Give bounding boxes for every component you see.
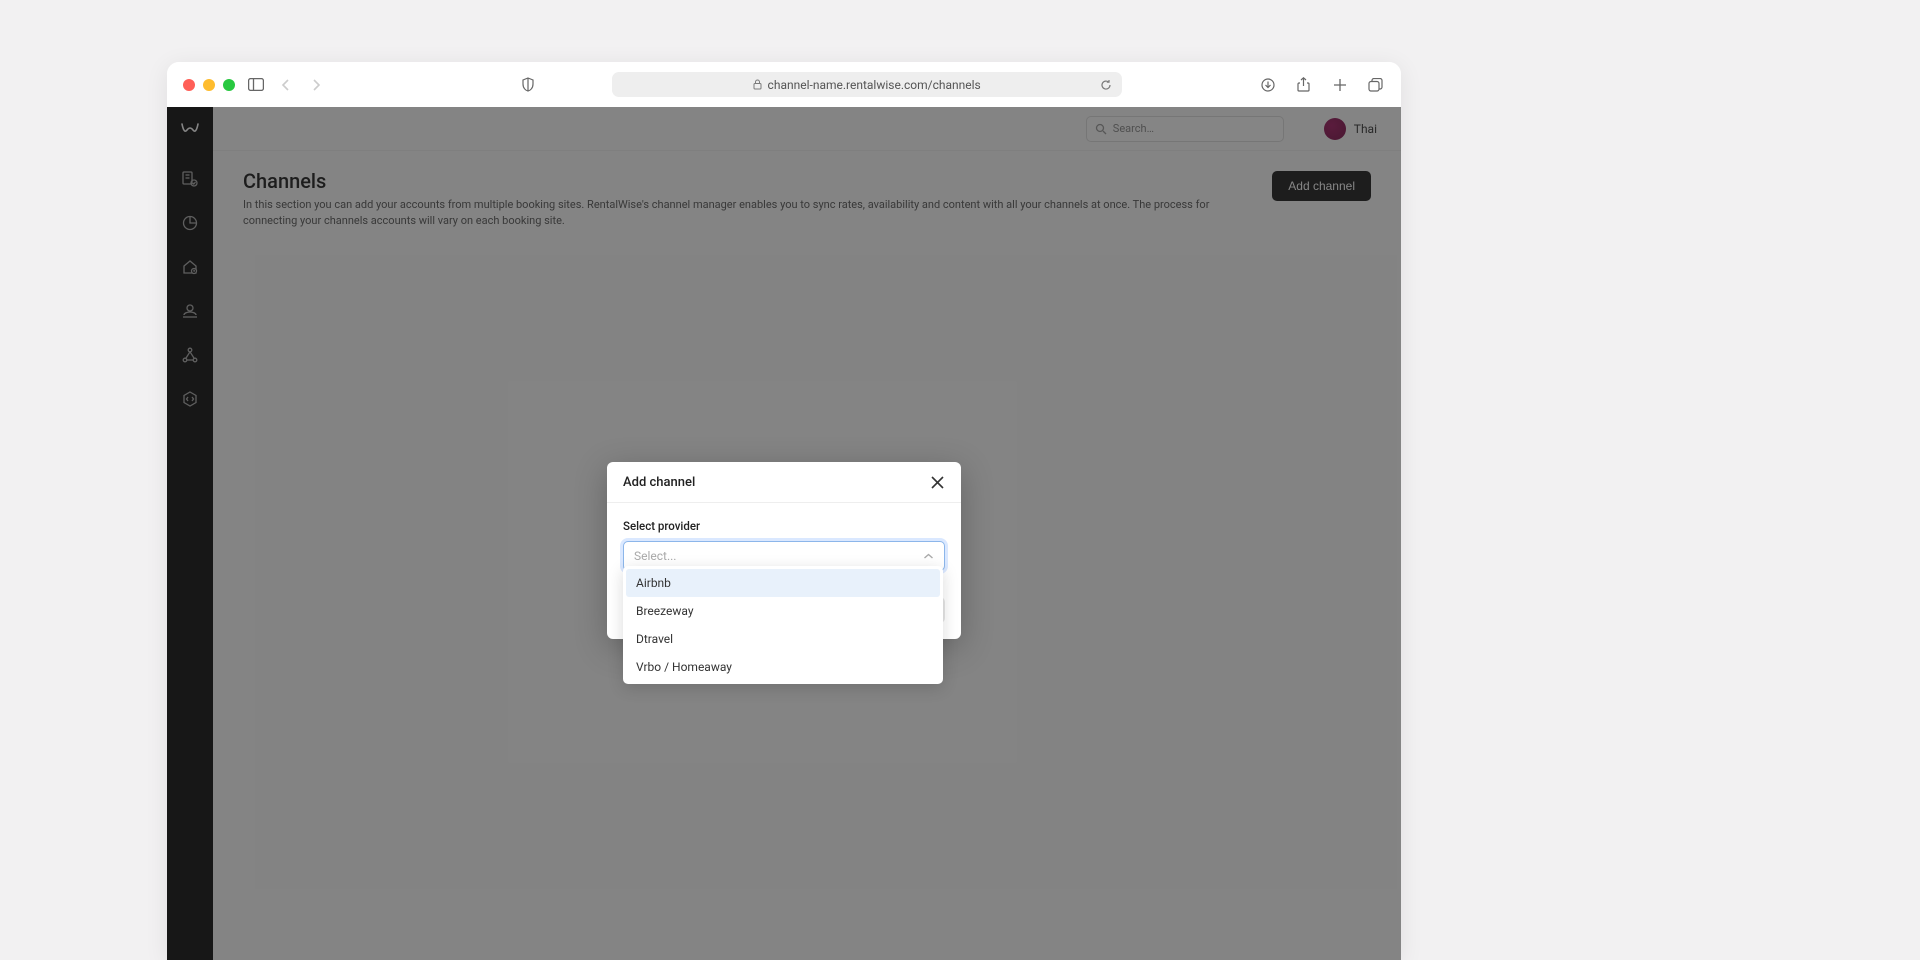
app-container: Search… Thai Channels In this section yo…	[167, 107, 1401, 960]
modal-title: Add channel	[623, 475, 695, 490]
select-placeholder: Select...	[634, 549, 676, 563]
url-text: channel-name.rentalwise.com/channels	[768, 78, 981, 92]
provider-dropdown: Airbnb Breezeway Dtravel Vrbo / Homeaway	[623, 566, 943, 684]
share-icon[interactable]	[1295, 76, 1313, 94]
dropdown-option-vrbo[interactable]: Vrbo / Homeaway	[626, 653, 940, 681]
dropdown-option-breezeway[interactable]: Breezeway	[626, 597, 940, 625]
browser-window: channel-name.rentalwise.com/channels	[167, 62, 1401, 960]
dropdown-option-airbnb[interactable]: Airbnb	[626, 569, 940, 597]
reload-icon[interactable]	[1100, 79, 1112, 91]
close-icon[interactable]	[929, 474, 945, 490]
nav-back-icon[interactable]	[277, 76, 295, 94]
sidebar-toggle-icon[interactable]	[247, 76, 265, 94]
url-bar[interactable]: channel-name.rentalwise.com/channels	[612, 72, 1122, 97]
chrome-right	[1259, 76, 1385, 94]
new-tab-icon[interactable]	[1331, 76, 1349, 94]
window-maximize[interactable]	[223, 79, 235, 91]
lock-icon	[753, 79, 762, 90]
downloads-icon[interactable]	[1259, 76, 1277, 94]
window-minimize[interactable]	[203, 79, 215, 91]
tabs-overview-icon[interactable]	[1367, 76, 1385, 94]
browser-chrome: channel-name.rentalwise.com/channels	[167, 62, 1401, 107]
chevron-up-icon	[923, 553, 934, 560]
dropdown-option-dtravel[interactable]: Dtravel	[626, 625, 940, 653]
provider-label: Select provider	[623, 519, 945, 533]
shield-icon[interactable]	[519, 76, 537, 94]
window-close[interactable]	[183, 79, 195, 91]
traffic-lights	[183, 79, 235, 91]
nav-forward-icon[interactable]	[307, 76, 325, 94]
modal-header: Add channel	[607, 462, 961, 503]
